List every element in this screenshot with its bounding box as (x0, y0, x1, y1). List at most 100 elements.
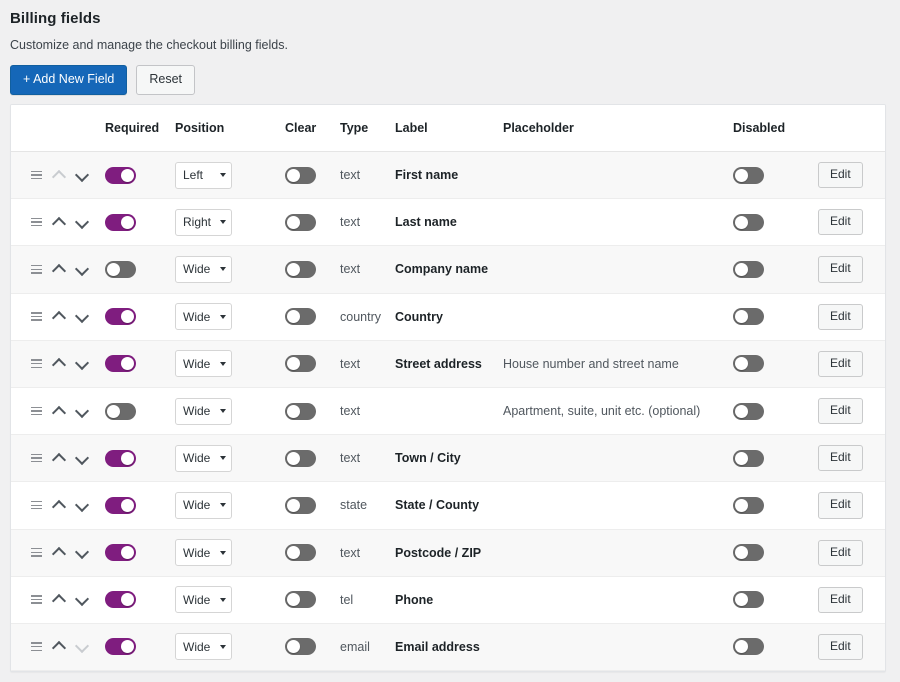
move-up-icon[interactable] (52, 263, 65, 276)
drag-handle-icon[interactable] (31, 312, 42, 321)
move-down-icon[interactable] (75, 499, 88, 512)
move-down-icon[interactable] (75, 593, 88, 606)
cell-disabled (733, 167, 818, 184)
clear-toggle[interactable] (285, 355, 316, 372)
required-toggle[interactable] (105, 450, 136, 467)
required-toggle[interactable] (105, 167, 136, 184)
clear-toggle[interactable] (285, 308, 316, 325)
required-toggle[interactable] (105, 355, 136, 372)
position-select[interactable]: Wide (175, 586, 232, 613)
drag-handle-icon[interactable] (31, 642, 42, 651)
position-select[interactable]: Wide (175, 492, 232, 519)
toggle-knob (287, 357, 300, 370)
position-select[interactable]: Wide (175, 539, 232, 566)
billing-fields-table: Required Position Clear Type Label Place… (10, 104, 886, 672)
position-select[interactable]: Left (175, 162, 232, 189)
required-toggle[interactable] (105, 544, 136, 561)
position-select[interactable]: Wide (175, 350, 232, 377)
drag-handle-icon[interactable] (31, 407, 42, 416)
disabled-toggle[interactable] (733, 450, 764, 467)
clear-toggle[interactable] (285, 450, 316, 467)
position-select[interactable]: Wide (175, 398, 232, 425)
move-down-icon[interactable] (75, 263, 88, 276)
clear-toggle[interactable] (285, 497, 316, 514)
move-down-icon[interactable] (75, 546, 88, 559)
drag-handle-icon[interactable] (31, 359, 42, 368)
clear-toggle[interactable] (285, 261, 316, 278)
move-down-icon[interactable] (75, 452, 88, 465)
disabled-toggle[interactable] (733, 308, 764, 325)
position-select[interactable]: Wide (175, 445, 232, 472)
disabled-toggle[interactable] (733, 214, 764, 231)
required-toggle[interactable] (105, 403, 136, 420)
clear-toggle[interactable] (285, 544, 316, 561)
clear-toggle[interactable] (285, 638, 316, 655)
position-select[interactable]: Wide (175, 633, 232, 660)
edit-button[interactable]: Edit (818, 445, 863, 471)
required-toggle[interactable] (105, 214, 136, 231)
move-up-icon[interactable] (52, 310, 65, 323)
edit-button[interactable]: Edit (818, 398, 863, 424)
required-toggle[interactable] (105, 261, 136, 278)
disabled-toggle[interactable] (733, 355, 764, 372)
disabled-toggle[interactable] (733, 638, 764, 655)
disabled-toggle[interactable] (733, 497, 764, 514)
clear-toggle[interactable] (285, 403, 316, 420)
edit-button[interactable]: Edit (818, 209, 863, 235)
drag-handle-icon[interactable] (31, 501, 42, 510)
drag-handle-icon[interactable] (31, 595, 42, 604)
edit-button[interactable]: Edit (818, 304, 863, 330)
edit-button[interactable]: Edit (818, 587, 863, 613)
move-down-icon[interactable] (75, 169, 88, 182)
disabled-toggle[interactable] (733, 403, 764, 420)
required-toggle[interactable] (105, 497, 136, 514)
move-down-icon[interactable] (75, 405, 88, 418)
drag-handle-icon[interactable] (31, 171, 42, 180)
edit-button[interactable]: Edit (818, 351, 863, 377)
clear-toggle[interactable] (285, 167, 316, 184)
move-up-icon[interactable] (52, 452, 65, 465)
edit-button[interactable]: Edit (818, 256, 863, 282)
move-down-icon[interactable] (75, 216, 88, 229)
cell-label: Street address (395, 357, 503, 371)
position-select[interactable]: Wide (175, 303, 232, 330)
disabled-toggle[interactable] (733, 167, 764, 184)
drag-handle-icon[interactable] (31, 218, 42, 227)
clear-toggle[interactable] (285, 214, 316, 231)
toggle-knob (121, 499, 134, 512)
move-up-icon[interactable] (52, 640, 65, 653)
move-up-icon[interactable] (52, 405, 65, 418)
add-new-field-button[interactable]: + Add New Field (10, 65, 127, 95)
drag-handle-icon[interactable] (31, 548, 42, 557)
disabled-toggle[interactable] (733, 591, 764, 608)
move-up-icon[interactable] (52, 546, 65, 559)
disabled-toggle[interactable] (733, 544, 764, 561)
drag-handle-icon[interactable] (31, 265, 42, 274)
move-down-icon[interactable] (75, 357, 88, 370)
cell-clear (285, 638, 340, 655)
required-toggle[interactable] (105, 308, 136, 325)
clear-toggle[interactable] (285, 591, 316, 608)
position-select[interactable]: Right (175, 209, 232, 236)
cell-position: Wide (175, 256, 285, 283)
move-down-icon[interactable] (75, 310, 88, 323)
disabled-toggle[interactable] (733, 261, 764, 278)
drag-handle-icon[interactable] (31, 454, 42, 463)
move-up-icon[interactable] (52, 593, 65, 606)
move-up-icon[interactable] (52, 216, 65, 229)
cell-clear (285, 261, 340, 278)
toggle-knob (121, 216, 134, 229)
move-up-icon[interactable] (52, 499, 65, 512)
edit-button[interactable]: Edit (818, 492, 863, 518)
position-select-value: Wide (183, 594, 218, 606)
edit-button[interactable]: Edit (818, 162, 863, 188)
edit-button[interactable]: Edit (818, 540, 863, 566)
required-toggle[interactable] (105, 591, 136, 608)
position-select[interactable]: Wide (175, 256, 232, 283)
toggle-knob (735, 593, 748, 606)
reset-button[interactable]: Reset (136, 65, 195, 95)
move-up-icon[interactable] (52, 357, 65, 370)
cell-edit: Edit (818, 492, 885, 518)
required-toggle[interactable] (105, 638, 136, 655)
edit-button[interactable]: Edit (818, 634, 863, 660)
